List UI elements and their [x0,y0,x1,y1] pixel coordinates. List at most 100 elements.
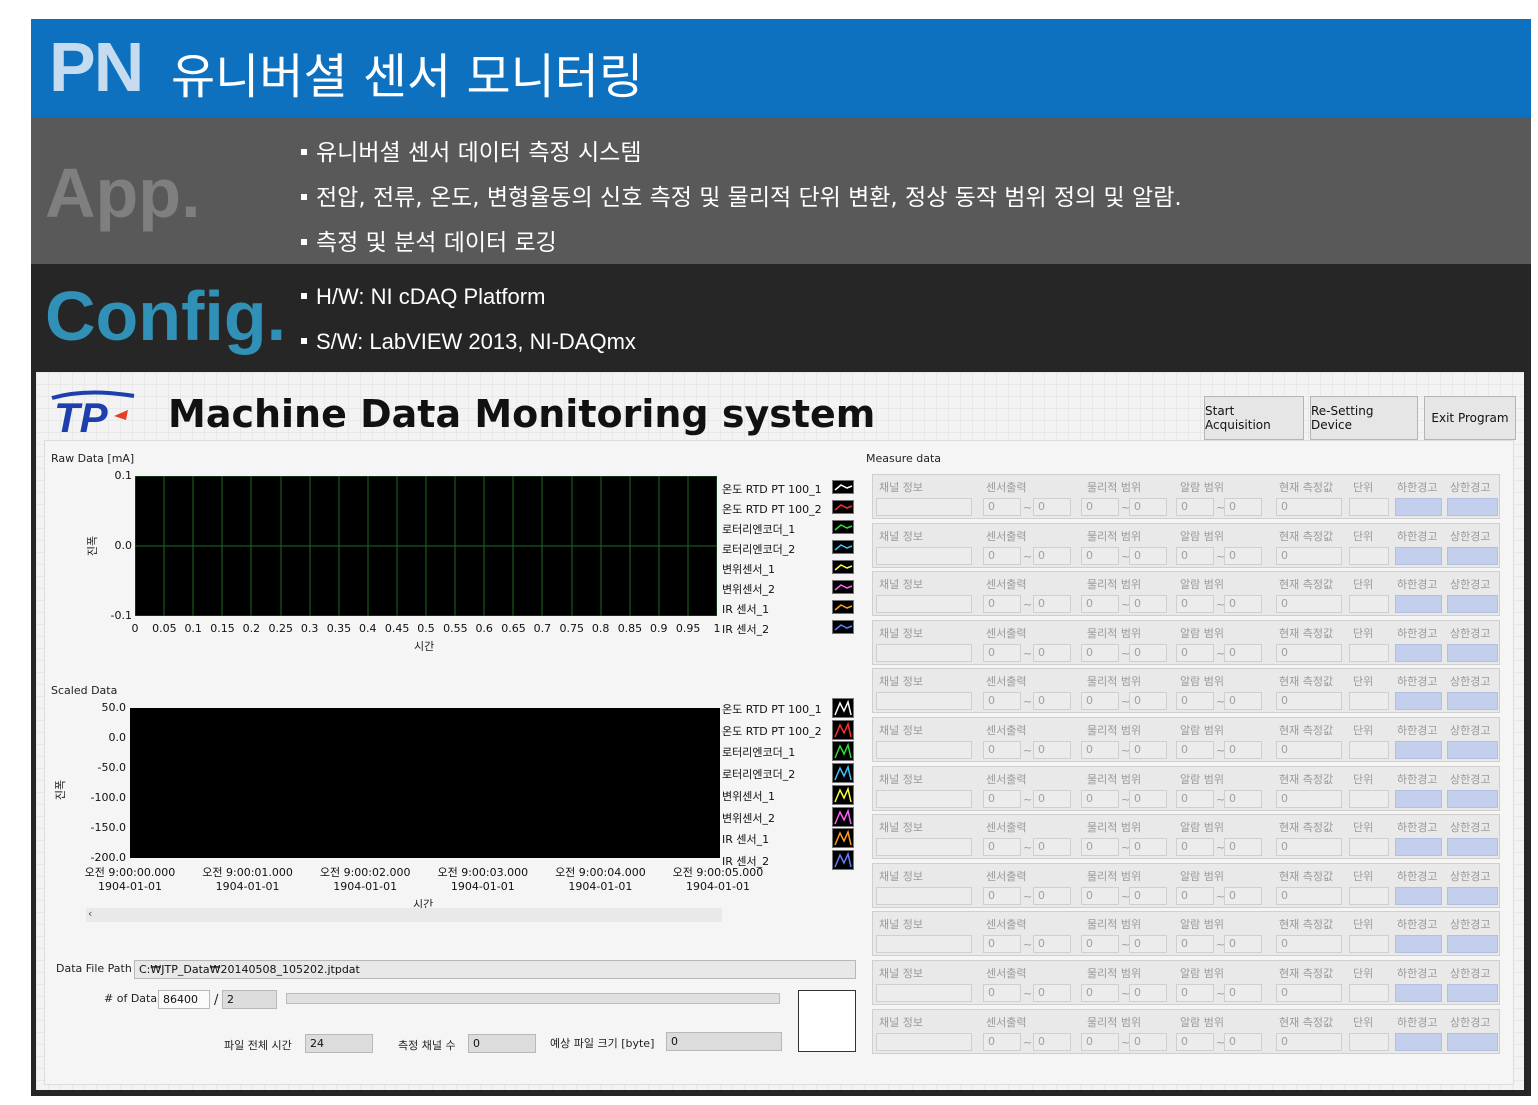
alarm-max-field[interactable]: 0 [1224,789,1262,808]
alarm-max-field[interactable]: 0 [1224,643,1262,662]
legend-item[interactable]: IR 센서_2 [722,849,857,870]
alarm-min-field[interactable]: 0 [1176,886,1214,905]
legend-item[interactable]: 변위센서_1 [722,558,857,578]
channel-info-field[interactable] [876,741,972,759]
legend-item[interactable]: 온도 RTD PT 100_1 [722,478,857,498]
scaled-data-graph[interactable] [130,708,720,858]
physical-max-field[interactable]: 0 [1129,935,1167,954]
physical-min-field[interactable]: 0 [1081,984,1119,1002]
channel-info-field[interactable] [876,692,972,711]
sensor-max-field[interactable]: 0 [1033,789,1071,808]
legend-item[interactable]: 온도 RTD PT 100_2 [722,498,857,518]
legend-item[interactable]: IR 센서_2 [722,618,857,638]
legend-item[interactable]: 변위센서_2 [722,806,857,827]
physical-min-field[interactable]: 0 [1081,692,1119,711]
legend-item[interactable]: 온도 RTD PT 100_2 [722,719,857,740]
alarm-max-field[interactable]: 0 [1224,546,1262,565]
alarm-max-field[interactable]: 0 [1224,935,1262,954]
sensor-min-field[interactable]: 0 [983,935,1021,954]
channel-info-field[interactable] [876,1032,972,1051]
sensor-min-field[interactable]: 0 [983,789,1021,808]
alarm-min-field[interactable]: 0 [1176,984,1214,1002]
sensor-max-field[interactable]: 0 [1033,498,1071,516]
channel-info-field[interactable] [876,595,972,614]
physical-max-field[interactable]: 0 [1129,1032,1167,1051]
sensor-max-field[interactable]: 0 [1033,935,1071,954]
alarm-min-field[interactable]: 0 [1176,546,1214,565]
channel-info-field[interactable] [876,886,972,905]
sensor-max-field[interactable]: 0 [1033,1032,1071,1051]
scroll-left-icon[interactable]: ‹ [88,907,92,920]
sensor-max-field[interactable]: 0 [1033,692,1071,711]
exit-program-button[interactable]: Exit Program [1424,396,1516,440]
alarm-min-field[interactable]: 0 [1176,935,1214,954]
sensor-min-field[interactable]: 0 [983,886,1021,905]
channel-info-field[interactable] [876,838,972,857]
channel-info-field[interactable] [876,498,972,516]
sensor-max-field[interactable]: 0 [1033,838,1071,857]
physical-max-field[interactable]: 0 [1129,595,1167,614]
alarm-min-field[interactable]: 0 [1176,498,1214,516]
resetting-device-button[interactable]: Re-Setting Device [1310,396,1418,440]
data-count-field[interactable]: 86400 [158,990,210,1009]
physical-max-field[interactable]: 0 [1129,498,1167,516]
channel-info-field[interactable] [876,643,972,662]
alarm-max-field[interactable]: 0 [1224,595,1262,614]
legend-item[interactable]: 로터리엔코더_1 [722,518,857,538]
sensor-min-field[interactable]: 0 [983,595,1021,614]
sensor-min-field[interactable]: 0 [983,984,1021,1002]
alarm-min-field[interactable]: 0 [1176,1032,1214,1051]
data-file-path-field[interactable]: C:₩JTP_Data₩20140508_105202.jtpdat [134,960,856,979]
legend-item[interactable]: 로터리엔코더_1 [722,741,857,762]
raw-data-graph[interactable] [135,476,717,616]
alarm-min-field[interactable]: 0 [1176,741,1214,759]
sensor-min-field[interactable]: 0 [983,498,1021,516]
legend-item[interactable]: 로터리엔코더_2 [722,538,857,558]
physical-min-field[interactable]: 0 [1081,643,1119,662]
channel-info-field[interactable] [876,984,972,1002]
legend-item[interactable]: 변위센서_2 [722,578,857,598]
scaled-plot-scrollbar[interactable]: ‹ [86,907,722,922]
sensor-min-field[interactable]: 0 [983,643,1021,662]
physical-min-field[interactable]: 0 [1081,935,1119,954]
channel-info-field[interactable] [876,789,972,808]
sensor-min-field[interactable]: 0 [983,741,1021,759]
legend-item[interactable]: 온도 RTD PT 100_1 [722,698,857,718]
alarm-max-field[interactable]: 0 [1224,498,1262,516]
legend-item[interactable]: 로터리엔코더_2 [722,763,857,784]
physical-min-field[interactable]: 0 [1081,1032,1119,1051]
channel-info-field[interactable] [876,546,972,565]
physical-min-field[interactable]: 0 [1081,595,1119,614]
legend-item[interactable]: IR 센서_1 [722,828,857,849]
alarm-max-field[interactable]: 0 [1224,838,1262,857]
legend-item[interactable]: IR 센서_1 [722,598,857,618]
sensor-min-field[interactable]: 0 [983,692,1021,711]
physical-min-field[interactable]: 0 [1081,498,1119,516]
sensor-min-field[interactable]: 0 [983,1032,1021,1051]
sensor-max-field[interactable]: 0 [1033,741,1071,759]
alarm-min-field[interactable]: 0 [1176,838,1214,857]
alarm-max-field[interactable]: 0 [1224,741,1262,759]
alarm-min-field[interactable]: 0 [1176,692,1214,711]
start-acquisition-button[interactable]: Start Acquisition [1204,396,1304,440]
alarm-max-field[interactable]: 0 [1224,984,1262,1002]
alarm-min-field[interactable]: 0 [1176,643,1214,662]
physical-max-field[interactable]: 0 [1129,546,1167,565]
physical-max-field[interactable]: 0 [1129,741,1167,759]
physical-max-field[interactable]: 0 [1129,692,1167,711]
physical-min-field[interactable]: 0 [1081,838,1119,857]
legend-item[interactable]: 변위센서_1 [722,784,857,805]
physical-max-field[interactable]: 0 [1129,643,1167,662]
sensor-min-field[interactable]: 0 [983,838,1021,857]
alarm-max-field[interactable]: 0 [1224,886,1262,905]
sensor-max-field[interactable]: 0 [1033,595,1071,614]
physical-max-field[interactable]: 0 [1129,838,1167,857]
channel-info-field[interactable] [876,935,972,954]
physical-max-field[interactable]: 0 [1129,789,1167,808]
alarm-max-field[interactable]: 0 [1224,692,1262,711]
sensor-min-field[interactable]: 0 [983,546,1021,565]
physical-min-field[interactable]: 0 [1081,886,1119,905]
sensor-max-field[interactable]: 0 [1033,643,1071,662]
sensor-max-field[interactable]: 0 [1033,984,1071,1002]
sensor-max-field[interactable]: 0 [1033,546,1071,565]
